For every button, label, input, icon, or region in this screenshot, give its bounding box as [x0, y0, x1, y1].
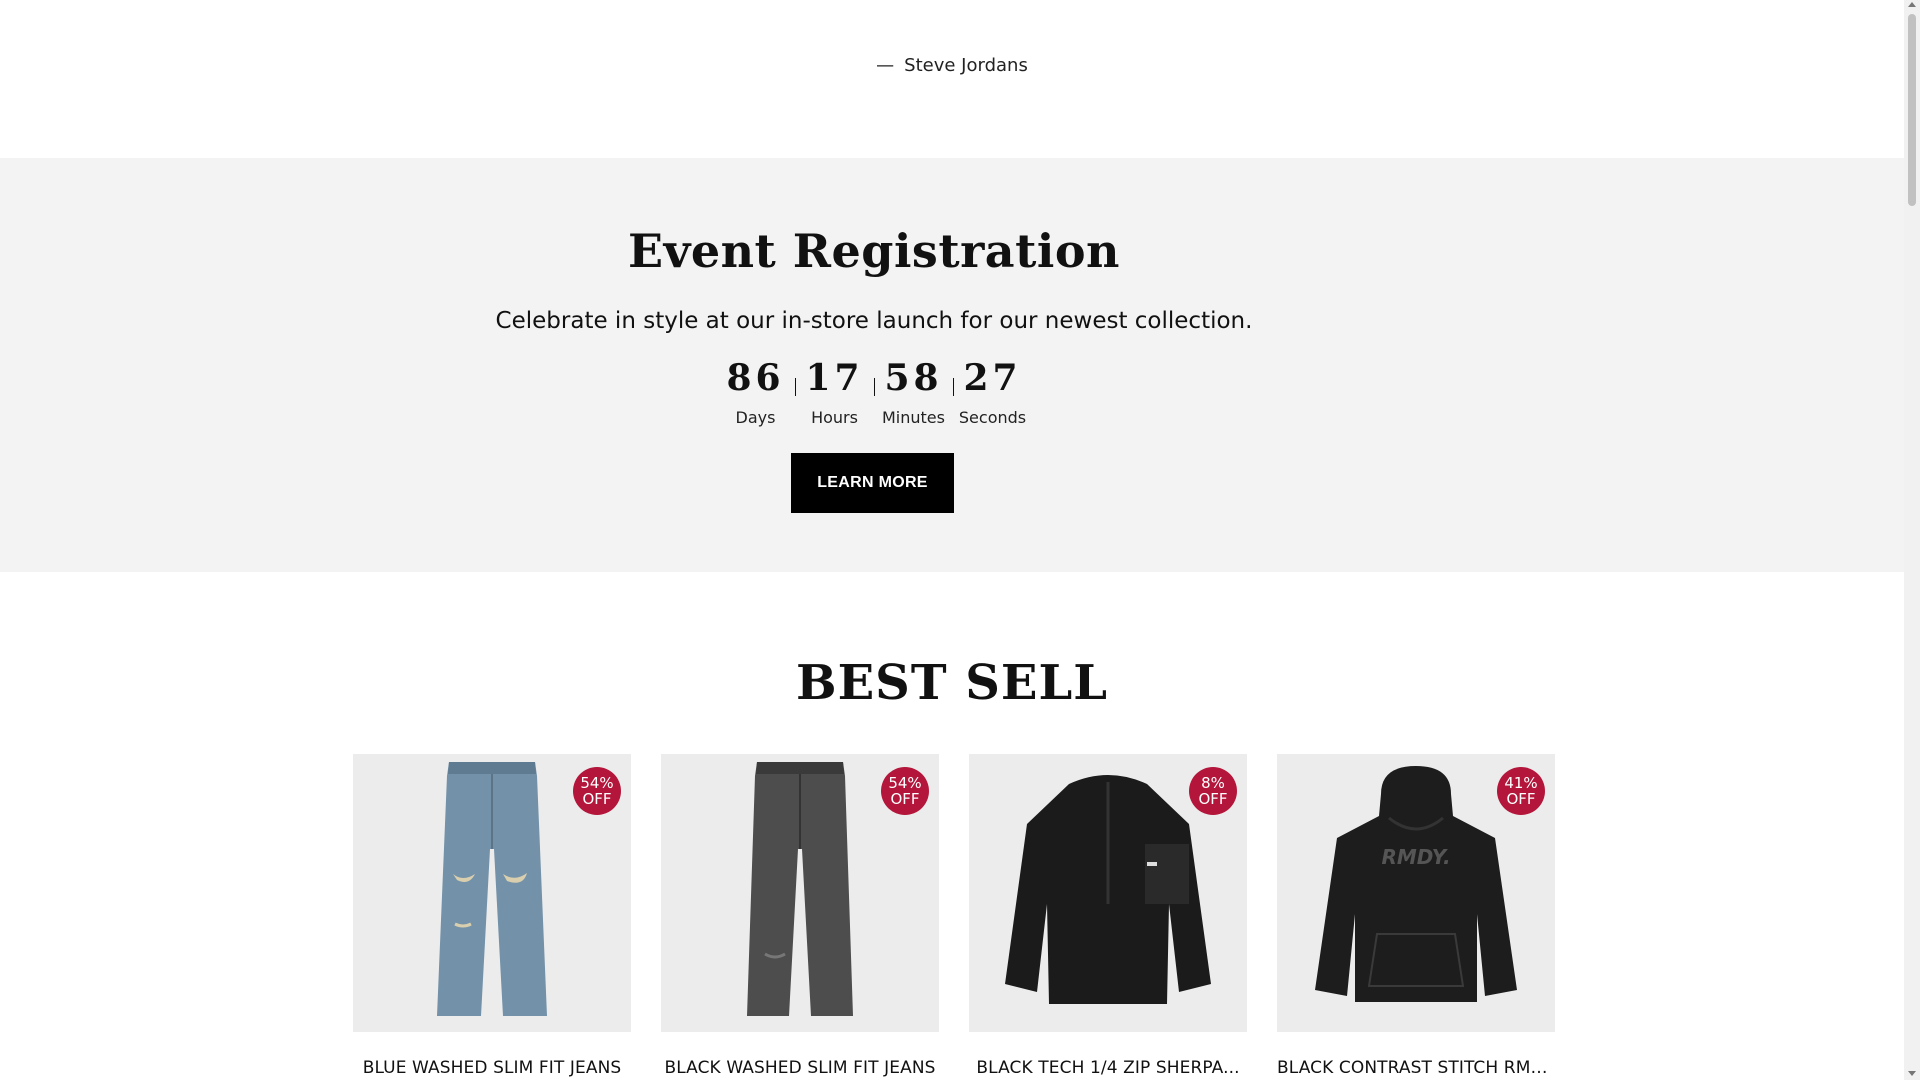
product-card[interactable]: RMDY. 41% OFF BLACK CONTRAST STITCH RMDY…	[1277, 754, 1555, 1078]
scroll-up-arrow-icon[interactable]	[1908, 2, 1916, 7]
discount-percent: 41%	[1504, 774, 1538, 792]
scroll-down-arrow-icon[interactable]	[1908, 1071, 1916, 1076]
product-card[interactable]: 8% OFF BLACK TECH 1/4 ZIP SHERPA...	[969, 754, 1247, 1078]
discount-off-label: OFF	[1198, 790, 1228, 808]
countdown-hours-value: 17	[805, 357, 864, 399]
discount-off-label: OFF	[1506, 790, 1536, 808]
product-grid: 54% OFF BLUE WASHED SLIM FIT JEANS 54% O…	[353, 754, 1555, 1078]
discount-badge: 8% OFF	[1189, 767, 1237, 815]
best-sell-title: BEST SELL	[796, 655, 1108, 711]
event-subtitle: Celebrate in style at our in-store launc…	[495, 308, 1253, 334]
countdown-days-value: 86	[726, 357, 785, 399]
product-name[interactable]: BLACK TECH 1/4 ZIP SHERPA...	[969, 1058, 1247, 1078]
discount-percent: 54%	[580, 774, 614, 792]
author-name: Steve Jordans	[904, 55, 1028, 76]
product-image[interactable]: 54% OFF	[353, 754, 631, 1032]
vertical-scrollbar[interactable]	[1904, 0, 1920, 1080]
countdown-minutes-value: 58	[884, 357, 943, 399]
discount-off-label: OFF	[890, 790, 920, 808]
product-name[interactable]: BLUE WASHED SLIM FIT JEANS	[353, 1058, 631, 1078]
product-image[interactable]: RMDY. 41% OFF	[1277, 754, 1555, 1032]
learn-more-button[interactable]: LEARN MORE	[791, 453, 954, 513]
countdown-seconds: 27 Seconds	[954, 356, 1032, 427]
discount-badge: 54% OFF	[881, 767, 929, 815]
countdown-minutes: 58 Minutes	[875, 356, 953, 427]
discount-badge: 41% OFF	[1497, 767, 1545, 815]
product-card[interactable]: 54% OFF BLACK WASHED SLIM FIT JEANS	[661, 754, 939, 1078]
product-name[interactable]: BLACK WASHED SLIM FIT JEANS	[661, 1058, 939, 1078]
discount-percent: 8%	[1201, 774, 1225, 792]
countdown-hours-label: Hours	[811, 408, 858, 427]
countdown-days-label: Days	[735, 408, 776, 427]
countdown-minutes-label: Minutes	[882, 408, 945, 427]
discount-off-label: OFF	[582, 790, 612, 808]
product-image[interactable]: 54% OFF	[661, 754, 939, 1032]
page: — Steve Jordans Event Registration Celebr…	[0, 0, 1904, 1080]
event-title: Event Registration	[628, 224, 1120, 278]
product-name[interactable]: BLACK CONTRAST STITCH RMDY...	[1277, 1058, 1555, 1078]
product-image[interactable]: 8% OFF	[969, 754, 1247, 1032]
product-card[interactable]: 54% OFF BLUE WASHED SLIM FIT JEANS	[353, 754, 631, 1078]
countdown-days: 86 Days	[717, 356, 795, 427]
event-registration-section: Event Registration Celebrate in style at…	[0, 158, 1904, 572]
scrollbar-thumb[interactable]	[1908, 14, 1916, 206]
countdown-seconds-label: Seconds	[958, 408, 1027, 427]
hoodie-print-text: RMDY.	[1381, 845, 1450, 869]
countdown-hours: 17 Hours	[796, 356, 874, 427]
author-dash: —	[876, 55, 895, 76]
testimonial-author: — Steve Jordans	[0, 55, 1904, 76]
discount-badge: 54% OFF	[573, 767, 621, 815]
countdown-timer: 86 Days 17 Hours 58 Minutes 27 Seconds	[0, 356, 1748, 427]
discount-percent: 54%	[888, 774, 922, 792]
countdown-seconds-value: 27	[963, 357, 1022, 399]
